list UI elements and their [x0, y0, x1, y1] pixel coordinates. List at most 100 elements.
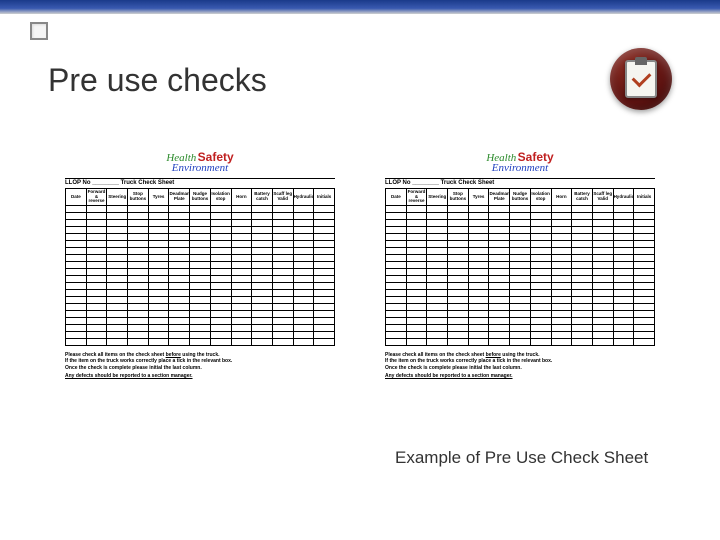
table-cell — [489, 324, 510, 331]
table-cell — [272, 261, 293, 268]
table-cell — [592, 205, 613, 212]
table-cell — [66, 254, 87, 261]
table-cell — [66, 310, 87, 317]
table-row — [386, 219, 655, 226]
column-header: Isolation stop — [530, 189, 551, 206]
table-cell — [510, 296, 531, 303]
table-cell — [314, 289, 335, 296]
table-cell — [66, 268, 87, 275]
table-cell — [634, 240, 655, 247]
table-cell — [489, 240, 510, 247]
table-cell — [592, 212, 613, 219]
table-cell — [634, 268, 655, 275]
table-cell — [148, 247, 169, 254]
table-cell — [406, 303, 427, 310]
table-cell — [386, 233, 407, 240]
table-cell — [510, 331, 531, 338]
table-cell — [231, 338, 252, 345]
table-row — [386, 331, 655, 338]
table-cell — [293, 261, 314, 268]
table-cell — [231, 233, 252, 240]
table-cell — [613, 310, 634, 317]
table-cell — [448, 324, 469, 331]
table-cell — [231, 205, 252, 212]
table-cell — [293, 275, 314, 282]
table-cell — [530, 303, 551, 310]
column-header: Nudge buttons — [190, 189, 211, 206]
table-cell — [128, 247, 149, 254]
table-cell — [551, 331, 572, 338]
table-cell — [551, 296, 572, 303]
table-cell — [386, 324, 407, 331]
table-cell — [272, 324, 293, 331]
table-cell — [293, 324, 314, 331]
table-cell — [272, 205, 293, 212]
table-cell — [128, 261, 149, 268]
table-cell — [210, 261, 231, 268]
table-cell — [613, 324, 634, 331]
table-cell — [210, 254, 231, 261]
table-row — [66, 254, 335, 261]
table-cell — [293, 289, 314, 296]
table-cell — [386, 212, 407, 219]
table-cell — [86, 254, 107, 261]
table-cell — [634, 296, 655, 303]
table-cell — [634, 212, 655, 219]
table-cell — [169, 324, 190, 331]
table-cell — [210, 275, 231, 282]
table-cell — [231, 247, 252, 254]
logo-environment: Environment — [385, 162, 655, 174]
table-cell — [231, 254, 252, 261]
table-cell — [272, 268, 293, 275]
table-cell — [272, 296, 293, 303]
table-cell — [551, 240, 572, 247]
table-cell — [314, 275, 335, 282]
table-cell — [169, 205, 190, 212]
table-cell — [231, 324, 252, 331]
table-cell — [510, 310, 531, 317]
table-cell — [210, 226, 231, 233]
table-cell — [293, 254, 314, 261]
table-cell — [190, 303, 211, 310]
table-cell — [107, 303, 128, 310]
table-cell — [572, 282, 593, 289]
table-cell — [427, 338, 448, 345]
table-cell — [314, 268, 335, 275]
table-cell — [66, 275, 87, 282]
table-cell — [592, 254, 613, 261]
table-cell — [468, 219, 489, 226]
table-cell — [427, 240, 448, 247]
table-cell — [489, 212, 510, 219]
table-cell — [613, 317, 634, 324]
table-cell — [86, 240, 107, 247]
table-cell — [314, 331, 335, 338]
table-cell — [468, 268, 489, 275]
table-cell — [386, 331, 407, 338]
table-cell — [231, 331, 252, 338]
table-cell — [510, 282, 531, 289]
table-cell — [406, 261, 427, 268]
table-cell — [66, 296, 87, 303]
table-cell — [551, 254, 572, 261]
table-cell — [613, 240, 634, 247]
table-cell — [448, 331, 469, 338]
table-cell — [468, 282, 489, 289]
table-cell — [551, 268, 572, 275]
table-cell — [231, 289, 252, 296]
table-cell — [613, 338, 634, 345]
table-cell — [468, 212, 489, 219]
table-cell — [592, 296, 613, 303]
table-cell — [634, 233, 655, 240]
table-cell — [448, 289, 469, 296]
table-cell — [510, 289, 531, 296]
table-cell — [293, 331, 314, 338]
table-cell — [252, 282, 273, 289]
table-cell — [592, 261, 613, 268]
table-cell — [169, 261, 190, 268]
table-cell — [427, 331, 448, 338]
table-cell — [386, 317, 407, 324]
table-cell — [86, 205, 107, 212]
table-cell — [128, 296, 149, 303]
table-cell — [128, 226, 149, 233]
table-cell — [107, 254, 128, 261]
